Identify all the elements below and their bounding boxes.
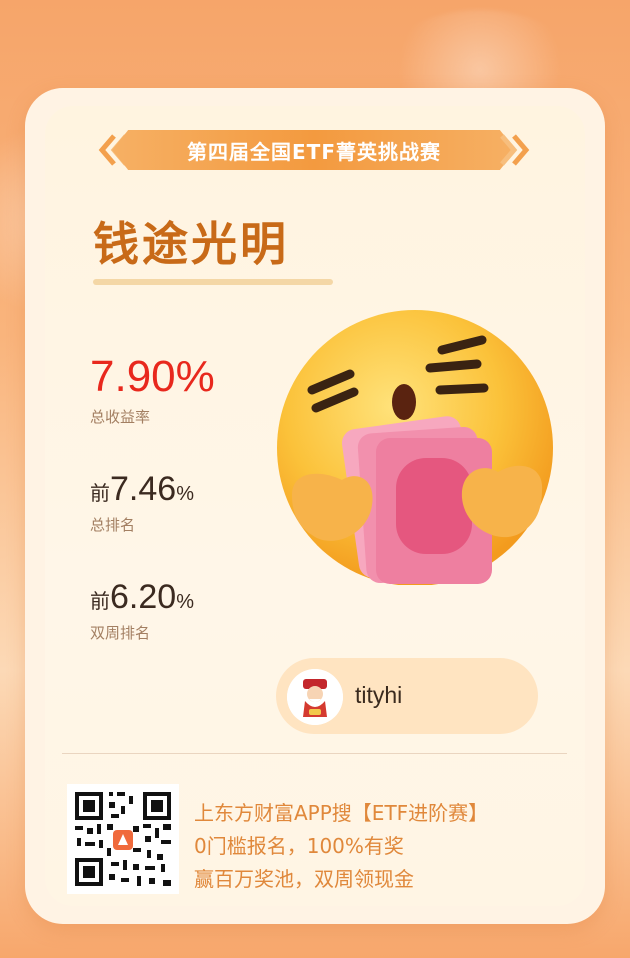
- biweekly-rank-label: 双周排名: [90, 624, 151, 642]
- biweekly-rank-suffix: %: [176, 591, 194, 613]
- total-rank-value: 前7.46%: [90, 470, 194, 509]
- title-underline: [93, 279, 333, 285]
- qr-code[interactable]: [67, 784, 179, 894]
- promo-line-3: 赢百万奖池，双周领现金: [194, 867, 414, 891]
- biweekly-rank-value: 前6.20%: [90, 578, 194, 617]
- username[interactable]: tityhi: [355, 682, 402, 709]
- contest-banner: 第四届全国ETF菁英挑战赛: [112, 130, 516, 170]
- promo-line-2: 0门槛报名，100%有奖: [194, 834, 404, 858]
- total-rank-number: 7.46: [110, 470, 177, 508]
- total-rank-label: 总排名: [90, 516, 136, 534]
- promo-line-1: 上东方财富APP搜【ETF进阶赛】: [194, 801, 489, 825]
- total-rank-prefix: 前: [90, 483, 110, 505]
- avatar[interactable]: [287, 669, 343, 725]
- chevron-right-icon: [500, 134, 530, 166]
- fortune-god-avatar-icon: [287, 669, 343, 725]
- money-hug-emoji-icon: [277, 310, 553, 585]
- total-rank-suffix: %: [176, 483, 194, 505]
- divider: [62, 753, 567, 754]
- achievement-title: 钱途光明: [93, 217, 289, 271]
- biweekly-rank-prefix: 前: [90, 591, 110, 613]
- total-return-value: 7.90%: [90, 352, 215, 401]
- biweekly-rank-number: 6.20: [110, 578, 177, 616]
- contest-banner-text: 第四届全国ETF菁英挑战赛: [187, 139, 441, 164]
- total-return-label: 总收益率: [90, 408, 151, 426]
